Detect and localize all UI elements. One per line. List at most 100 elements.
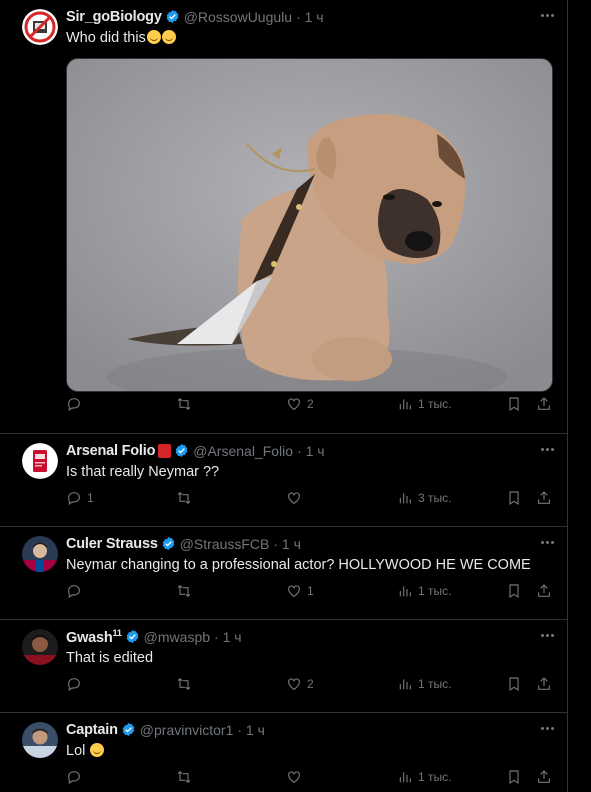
bookmark-button[interactable] (506, 490, 522, 506)
share-icon (538, 770, 550, 783)
heart-icon (288, 678, 300, 691)
view-count: 1 тыс. (418, 584, 452, 598)
avatar[interactable] (22, 443, 58, 479)
display-name[interactable]: Captain (66, 722, 118, 738)
bookmark-button[interactable] (506, 583, 522, 599)
retweet-button[interactable] (176, 490, 197, 506)
heart-icon (288, 398, 300, 411)
bookmark-icon (509, 677, 519, 692)
more-options-icon[interactable] (537, 720, 557, 736)
tweet-text-body: Lol (66, 743, 86, 759)
tweet-text: Who did this (66, 29, 551, 47)
like-count: 1 (307, 584, 314, 598)
retweet-icon (177, 397, 191, 411)
user-handle[interactable]: @mwaspb (144, 629, 210, 645)
avatar[interactable] (22, 9, 58, 45)
tweet-text: Lol (66, 742, 551, 760)
heart-icon (288, 771, 300, 784)
timestamp[interactable]: · 1 ч (297, 443, 325, 459)
retweet-button[interactable] (176, 583, 197, 599)
display-name[interactable]: Culer Strauss (66, 536, 158, 552)
bookmark-button[interactable] (506, 676, 522, 692)
views-button[interactable]: 1 тыс. (397, 676, 451, 692)
more-options-icon[interactable] (537, 627, 557, 643)
more-options-icon[interactable] (537, 7, 557, 23)
like-button[interactable] (286, 769, 307, 785)
display-name[interactable]: Gwash11 (66, 628, 122, 646)
reply-button[interactable]: 1 (66, 490, 94, 506)
views-button[interactable]: 3 тыс. (397, 490, 451, 506)
like-button[interactable] (286, 490, 307, 506)
tweet-image[interactable] (66, 58, 553, 392)
share-button[interactable] (536, 583, 552, 599)
bookmark-button[interactable] (506, 769, 522, 785)
user-handle[interactable]: @RossowUugulu (184, 9, 292, 25)
share-button[interactable] (536, 490, 552, 506)
views-icon (399, 772, 411, 783)
share-button[interactable] (536, 676, 552, 692)
view-count: 1 тыс. (418, 677, 452, 691)
reply-button[interactable] (66, 583, 87, 599)
like-button[interactable]: 2 (286, 676, 314, 692)
tears-of-joy-emoji-icon (161, 30, 176, 44)
like-count: 2 (307, 677, 314, 691)
avatar[interactable] (22, 536, 58, 572)
reply-icon (68, 398, 80, 412)
no-science-logo-icon (22, 9, 58, 45)
tweet[interactable]: Culer Strauss @StraussFCB · 1 ч Neymar c… (0, 527, 567, 620)
views-button[interactable]: 1 тыс. (397, 769, 451, 785)
retweet-icon (177, 677, 191, 691)
tweet-text-body: Who did this (66, 30, 146, 46)
user-photo-icon (22, 629, 58, 665)
user-handle[interactable]: @Arsenal_Folio (193, 443, 293, 459)
tweet[interactable]: Arsenal Folio @Arsenal_Folio · 1 ч Is th… (0, 434, 567, 527)
view-count: 3 тыс. (418, 491, 452, 505)
tweet[interactable]: Sir_goBiology @RossowUugulu · 1 ч Who di… (0, 0, 567, 434)
views-icon (399, 493, 411, 504)
verified-badge-icon (174, 443, 189, 458)
views-button[interactable]: 1 тыс. (397, 583, 451, 599)
timestamp[interactable]: · 1 ч (237, 722, 265, 738)
retweet-button[interactable] (176, 396, 197, 412)
tweet-text: Is that really Neymar ?? (66, 464, 220, 480)
more-options-icon[interactable] (537, 441, 557, 457)
more-options-icon[interactable] (537, 534, 557, 550)
like-button[interactable]: 1 (286, 583, 314, 599)
red-book-emoji-icon (158, 443, 172, 458)
share-icon (538, 397, 550, 410)
retweet-button[interactable] (176, 769, 197, 785)
tweet-text: That is edited (66, 650, 154, 666)
tweet[interactable]: Gwash11 @mwaspb · 1 ч That is edited 2 1… (0, 620, 567, 713)
display-name[interactable]: Sir_goBiology (66, 9, 162, 25)
timestamp[interactable]: · 1 ч (273, 536, 301, 552)
user-handle[interactable]: @pravinvictor1 (140, 722, 234, 738)
avatar[interactable] (22, 722, 58, 758)
user-handle[interactable]: @StraussFCB (180, 536, 270, 552)
bookmark-icon (509, 397, 519, 412)
like-button[interactable]: 2 (286, 396, 314, 412)
share-button[interactable] (536, 769, 552, 785)
share-button[interactable] (536, 396, 552, 412)
views-button[interactable]: 1 тыс. (397, 396, 451, 412)
reply-button[interactable] (66, 676, 87, 692)
share-icon (538, 491, 550, 504)
reply-icon (68, 585, 80, 599)
timestamp[interactable]: · 1 ч (296, 9, 324, 25)
bookmark-icon (509, 584, 519, 599)
avatar[interactable] (22, 629, 58, 665)
bookmark-button[interactable] (506, 396, 522, 412)
views-icon (399, 586, 411, 597)
reply-button[interactable] (66, 396, 87, 412)
tweet-header: Captain @pravinvictor1 · 1 ч (66, 720, 554, 739)
heart-icon (288, 492, 300, 505)
reply-button[interactable] (66, 769, 87, 785)
retweet-button[interactable] (176, 676, 197, 692)
timestamp[interactable]: · 1 ч (214, 629, 242, 645)
arsenal-folio-logo-icon (22, 443, 58, 479)
reply-icon (68, 678, 80, 692)
retweet-icon (177, 491, 191, 505)
display-name[interactable]: Arsenal Folio (66, 443, 155, 459)
tweet[interactable]: Captain @pravinvictor1 · 1 ч Lol 1 тыс. (0, 713, 567, 792)
verified-badge-icon (165, 9, 180, 24)
unamused-face-emoji-icon (146, 30, 161, 44)
